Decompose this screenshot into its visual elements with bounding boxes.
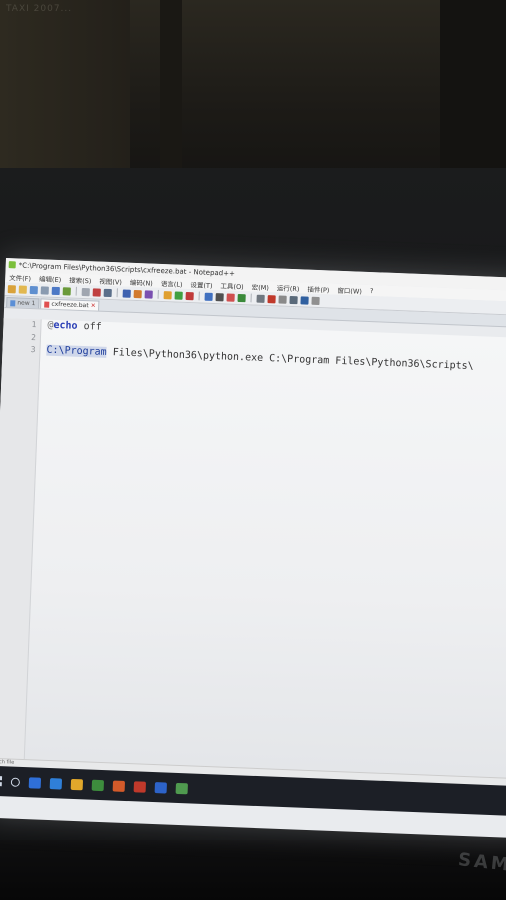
menu-item[interactable]: 设置(T) bbox=[190, 279, 212, 290]
toolbar-button-icon[interactable] bbox=[29, 285, 38, 294]
menu-item[interactable]: 编码(N) bbox=[130, 276, 153, 287]
toolbar-separator bbox=[198, 291, 200, 301]
line-number: 2 bbox=[30, 332, 37, 342]
background-doorway bbox=[440, 0, 506, 175]
tab-new-1[interactable]: new 1 bbox=[6, 297, 40, 309]
menu-item[interactable]: 宏(M) bbox=[252, 281, 270, 292]
toolbar-button-icon[interactable] bbox=[215, 292, 224, 301]
toolbar-button-icon[interactable] bbox=[237, 293, 246, 302]
code-text: off bbox=[77, 320, 102, 333]
toolbar-button-icon[interactable] bbox=[51, 286, 60, 295]
taskbar-app-icon[interactable] bbox=[112, 779, 126, 792]
toolbar-button-icon[interactable] bbox=[289, 295, 298, 304]
tab-label: cxfreeze.bat bbox=[51, 300, 89, 310]
taskbar-app-icon[interactable] bbox=[175, 782, 188, 794]
toolbar-button-icon[interactable] bbox=[311, 296, 320, 305]
menu-item[interactable]: 语言(L) bbox=[161, 277, 183, 288]
toolbar-button-icon[interactable] bbox=[92, 287, 101, 297]
toolbar-button-icon[interactable] bbox=[122, 289, 131, 298]
toolbar-button-icon[interactable] bbox=[144, 289, 153, 299]
menu-item[interactable]: 窗口(W) bbox=[337, 284, 362, 295]
editor[interactable]: 1 2 3 @echo off C:\Program Files\Python3… bbox=[0, 317, 506, 779]
toolbar-separator bbox=[75, 286, 77, 296]
taskbar-app-icon[interactable] bbox=[28, 776, 42, 789]
toolbar-button-icon[interactable] bbox=[18, 285, 27, 294]
toolbar-separator bbox=[157, 289, 159, 299]
keyword-echo: echo bbox=[53, 319, 78, 332]
windows-start-icon[interactable] bbox=[0, 775, 3, 787]
toolbar-button-icon[interactable] bbox=[256, 294, 265, 303]
taskbar-app-icon[interactable] bbox=[154, 781, 168, 794]
taskbar-app-icon[interactable] bbox=[133, 780, 147, 793]
taskbar-app-icon[interactable] bbox=[49, 777, 63, 790]
background-door bbox=[0, 0, 130, 170]
menu-item[interactable]: 运行(R) bbox=[277, 282, 300, 293]
taskbar-app-icon[interactable] bbox=[70, 778, 84, 790]
toolbar-separator bbox=[116, 288, 118, 298]
menu-item[interactable]: 编辑(E) bbox=[39, 273, 62, 284]
menu-item[interactable]: ? bbox=[370, 286, 374, 294]
wall-text: TAXI 2007... bbox=[6, 4, 73, 14]
toolbar-button-icon[interactable] bbox=[7, 284, 16, 293]
toolbar-button-icon[interactable] bbox=[174, 291, 183, 300]
desk bbox=[0, 840, 506, 900]
toolbar-button-icon[interactable] bbox=[267, 294, 276, 303]
modified-file-icon bbox=[44, 301, 50, 308]
close-icon[interactable]: ✕ bbox=[90, 302, 95, 309]
selected-text: C:\Program bbox=[46, 344, 107, 358]
menu-item[interactable]: 插件(P) bbox=[307, 283, 329, 294]
code-area[interactable]: @echo off C:\Program Files\Python36\pyth… bbox=[25, 319, 506, 778]
taskbar-app-icon[interactable] bbox=[91, 779, 105, 791]
toolbar-button-icon[interactable] bbox=[278, 294, 287, 304]
background-door-frame bbox=[160, 0, 182, 175]
toolbar-button-icon[interactable] bbox=[62, 286, 71, 296]
tab-label: new 1 bbox=[17, 299, 36, 308]
toolbar-button-icon[interactable] bbox=[81, 287, 90, 296]
line-number: 3 bbox=[30, 345, 36, 355]
tab-cxfreeze-bat[interactable]: cxfreeze.bat ✕ bbox=[40, 298, 100, 311]
menu-item[interactable]: 文件(F) bbox=[9, 272, 31, 283]
menu-item[interactable]: 工具(O) bbox=[220, 280, 244, 291]
toolbar-button-icon[interactable] bbox=[103, 288, 112, 297]
search-icon[interactable] bbox=[10, 777, 21, 787]
toolbar-separator bbox=[250, 293, 252, 303]
toolbar-button-icon[interactable] bbox=[300, 295, 309, 305]
toolbar-button-icon[interactable] bbox=[163, 290, 172, 299]
menu-item[interactable]: 视图(V) bbox=[99, 275, 122, 286]
toolbar-button-icon[interactable] bbox=[204, 292, 213, 301]
toolbar-button-icon[interactable] bbox=[40, 285, 49, 295]
toolbar-button-icon[interactable] bbox=[133, 289, 142, 298]
notepad-plus-plus-icon bbox=[8, 261, 16, 269]
menu-item[interactable]: 搜索(S) bbox=[69, 274, 92, 285]
file-icon bbox=[10, 299, 16, 306]
screen: *C:\Program Files\Python36\Scripts\cxfre… bbox=[0, 258, 506, 839]
toolbar-button-icon[interactable] bbox=[226, 293, 235, 302]
toolbar-button-icon[interactable] bbox=[185, 291, 194, 300]
